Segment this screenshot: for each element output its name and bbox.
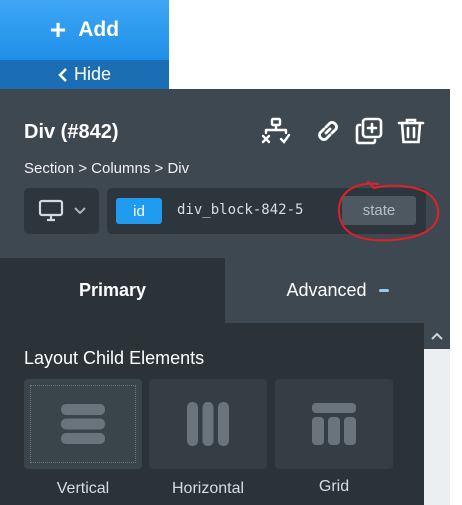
duplicate-icon[interactable] <box>354 116 384 146</box>
indicator-dot <box>378 289 389 292</box>
horizontal-layout-icon <box>187 402 229 446</box>
structure-icon[interactable] <box>261 116 291 146</box>
selector-value[interactable]: div_block-842-5 <box>177 202 303 218</box>
scroll-up-button[interactable] <box>424 323 450 349</box>
breadcrumb-separator: > <box>154 160 164 177</box>
element-title: Div (#842) <box>24 121 119 143</box>
chevron-up-icon <box>431 332 443 340</box>
chevron-down-icon <box>73 207 86 215</box>
tab-advanced[interactable]: Advanced <box>225 258 450 323</box>
breadcrumb-item-section[interactable]: Section <box>24 160 74 177</box>
layout-heading: Layout Child Elements <box>24 348 205 368</box>
plus-icon: + <box>49 14 67 45</box>
add-button-label: Add <box>78 18 120 41</box>
layout-option-label: Vertical <box>56 480 110 497</box>
window-edge <box>450 89 462 505</box>
hide-button-label: Hide <box>73 64 112 84</box>
id-badge[interactable]: id <box>116 198 162 224</box>
tab-primary-label: Primary <box>78 280 147 300</box>
scrollbar[interactable] <box>424 323 450 505</box>
layout-option-vertical[interactable] <box>24 379 142 469</box>
state-button[interactable]: state <box>342 196 416 225</box>
breadcrumb: Section > Columns > Div <box>24 160 189 177</box>
breadcrumb-item-columns[interactable]: Columns <box>91 160 150 177</box>
chevron-left-icon <box>58 67 67 82</box>
tab-advanced-label: Advanced <box>286 280 367 300</box>
device-dropdown[interactable] <box>24 188 99 234</box>
delete-icon[interactable] <box>396 116 426 146</box>
tab-primary[interactable]: Primary <box>0 258 225 323</box>
add-button[interactable]: + Add <box>0 0 169 60</box>
layout-option-horizontal[interactable] <box>149 379 267 469</box>
hide-button[interactable]: Hide <box>0 60 169 89</box>
link-icon[interactable] <box>313 116 343 146</box>
breadcrumb-separator: > <box>78 160 87 177</box>
grid-layout-icon <box>312 403 356 445</box>
canvas-area <box>169 0 462 89</box>
layout-option-label: Grid <box>318 478 350 495</box>
desktop-icon <box>38 199 63 222</box>
layout-option-grid[interactable] <box>275 379 393 469</box>
vertical-layout-icon <box>61 404 105 444</box>
layout-option-label: Horizontal <box>171 480 245 497</box>
breadcrumb-item-div[interactable]: Div <box>167 160 189 177</box>
